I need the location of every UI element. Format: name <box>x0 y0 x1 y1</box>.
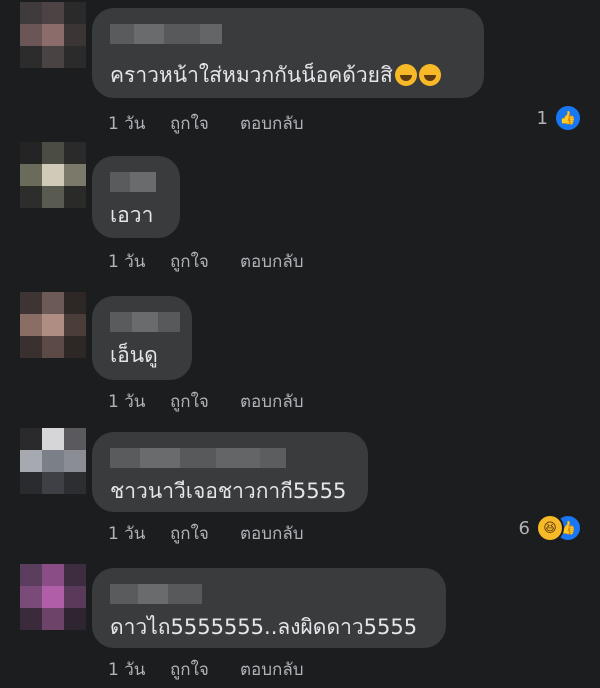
comment-text: เอ็นดู <box>110 343 158 367</box>
reaction-count: 1 <box>536 107 548 129</box>
comment-actions: 1 วัน ถูกใจ ตอบกลับ <box>108 656 304 683</box>
comment-text: ชาวนาวีเจอชาวกากี5555 <box>110 479 347 503</box>
comment-text: คราวหน้าใส่หมวกกันน็อคด้วยสิ <box>110 62 441 88</box>
comment-time[interactable]: 1 วัน <box>108 248 170 275</box>
haha-icon: 😆 <box>536 514 564 542</box>
comment-time[interactable]: 1 วัน <box>108 520 170 547</box>
like-button[interactable]: ถูกใจ <box>170 656 240 683</box>
comment-actions: 1 วัน ถูกใจ ตอบกลับ <box>108 388 304 415</box>
comment-bubble: เอ็นดู <box>92 296 192 380</box>
comment-bubble: เอวา <box>92 156 180 238</box>
comment-time[interactable]: 1 วัน <box>108 388 170 415</box>
avatar[interactable] <box>20 2 86 68</box>
blurred-author-name[interactable] <box>110 312 180 332</box>
blurred-author-name[interactable] <box>110 24 222 44</box>
blurred-author-name[interactable] <box>110 584 202 604</box>
reaction-summary[interactable]: 6 😆 👍 <box>519 514 582 542</box>
reply-button[interactable]: ตอบกลับ <box>240 248 304 275</box>
comment-bubble: ชาวนาวีเจอชาวกากี5555 <box>92 432 368 512</box>
avatar[interactable] <box>20 564 86 630</box>
comment-bubble: คราวหน้าใส่หมวกกันน็อคด้วยสิ <box>92 8 484 98</box>
like-button[interactable]: ถูกใจ <box>170 248 240 275</box>
blurred-author-name[interactable] <box>110 448 286 468</box>
blurred-author-name[interactable] <box>110 172 156 192</box>
comment-actions: 1 วัน ถูกใจ ตอบกลับ <box>108 110 304 137</box>
comment-actions: 1 วัน ถูกใจ ตอบกลับ <box>108 520 304 547</box>
rolling-laughing-emoji <box>418 64 441 86</box>
reply-button[interactable]: ตอบกลับ <box>240 110 304 137</box>
avatar[interactable] <box>20 428 86 494</box>
reaction-summary[interactable]: 1 👍 <box>537 104 582 132</box>
reply-button[interactable]: ตอบกลับ <box>240 656 304 683</box>
comment-text: ดาวไถ5555555..ลงผิดดาว5555 <box>110 615 418 639</box>
like-button[interactable]: ถูกใจ <box>170 110 240 137</box>
comment-time[interactable]: 1 วัน <box>108 656 170 683</box>
reaction-count: 6 <box>518 517 530 539</box>
comment-actions: 1 วัน ถูกใจ ตอบกลับ <box>108 248 304 275</box>
reply-button[interactable]: ตอบกลับ <box>240 520 304 547</box>
like-button[interactable]: ถูกใจ <box>170 520 240 547</box>
comment-bubble: ดาวไถ5555555..ลงผิดดาว5555 <box>92 568 446 648</box>
rolling-laughing-emoji <box>394 64 417 86</box>
like-button[interactable]: ถูกใจ <box>170 388 240 415</box>
like-icon: 👍 <box>554 104 582 132</box>
avatar[interactable] <box>20 142 86 208</box>
comment-time[interactable]: 1 วัน <box>108 110 170 137</box>
avatar[interactable] <box>20 292 86 358</box>
reply-button[interactable]: ตอบกลับ <box>240 388 304 415</box>
comment-text: เอวา <box>110 203 154 227</box>
